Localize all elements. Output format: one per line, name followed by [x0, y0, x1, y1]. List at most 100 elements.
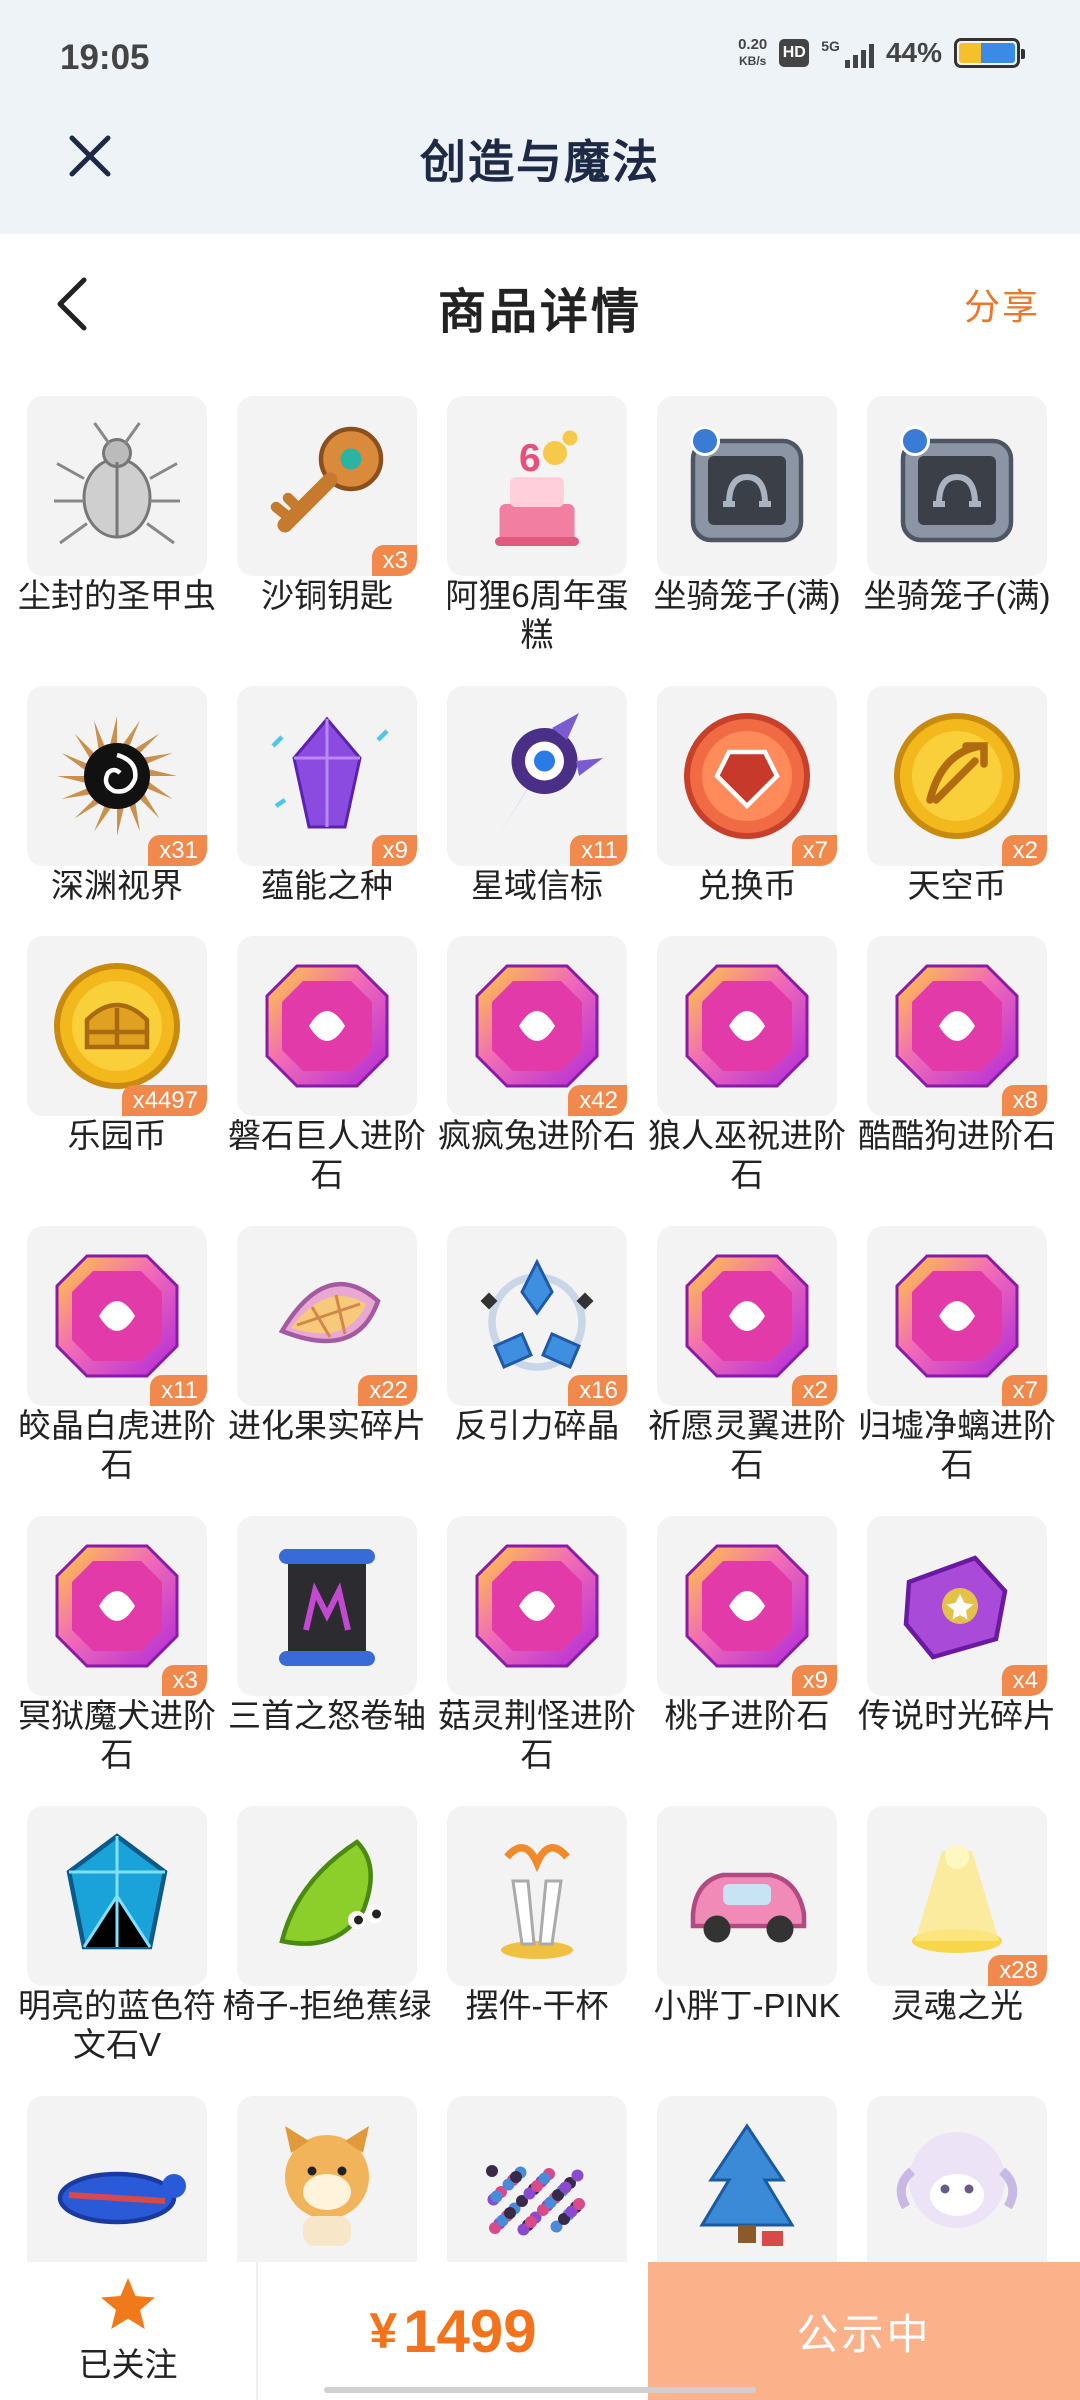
- item-name: 桃子进阶石: [664, 1697, 830, 1734]
- item-name: 坐骑笼子(满): [653, 577, 841, 614]
- item-card[interactable]: 坐骑笼子(满): [852, 374, 1062, 664]
- abyss-icon: [57, 716, 177, 836]
- network-speed: 0.20 KB/s: [738, 36, 767, 70]
- item-card[interactable]: x3 冥狱魔犬进阶石: [12, 1494, 222, 1784]
- follow-label: 已关注: [78, 2346, 178, 2383]
- gem-icon: [685, 964, 809, 1088]
- item-card[interactable]: 尘封的圣甲虫: [12, 374, 222, 664]
- item-thumbnail: x42: [447, 936, 627, 1116]
- item-quantity-badge: x4: [1001, 1665, 1047, 1696]
- item-card[interactable]: [12, 2074, 222, 2264]
- item-thumbnail: [237, 936, 417, 1116]
- item-card[interactable]: x4 传说时光碎片: [852, 1494, 1062, 1784]
- item-name: 明亮的蓝色符文石V: [18, 1987, 216, 2063]
- item-card[interactable]: x7 归墟净螭进阶石: [852, 1204, 1062, 1494]
- item-thumbnail: x22: [237, 1226, 417, 1406]
- item-card[interactable]: x16 反引力碎晶: [432, 1204, 642, 1494]
- item-thumbnail: x11: [447, 686, 627, 866]
- cheers-icon: [501, 1844, 573, 1959]
- item-thumbnail: [27, 1806, 207, 1986]
- item-card[interactable]: x28 灵魂之光: [852, 1784, 1062, 2074]
- gem-icon: [55, 1544, 179, 1668]
- item-thumbnail: 6: [447, 396, 627, 576]
- item-card[interactable]: x4497 乐园币: [12, 914, 222, 1204]
- item-card[interactable]: x11 星域信标: [432, 664, 642, 954]
- item-card[interactable]: x9 桃子进阶石: [642, 1494, 852, 1784]
- item-card[interactable]: x9 蕴能之种: [222, 664, 432, 954]
- item-card[interactable]: [852, 2074, 1062, 2264]
- item-card[interactable]: 磐石巨人进阶石: [222, 914, 432, 1204]
- item-quantity-badge: x2: [1001, 835, 1047, 866]
- item-thumbnail: x2: [657, 1226, 837, 1406]
- item-card[interactable]: 菇灵荆怪进阶石: [432, 1494, 642, 1784]
- item-quantity-badge: x28: [988, 1955, 1047, 1986]
- item-card[interactable]: x2 天空币: [852, 664, 1062, 954]
- item-quantity-badge: x16: [568, 1375, 627, 1406]
- home-indicator[interactable]: [324, 2387, 756, 2393]
- item-card[interactable]: 狼人巫祝进阶石: [642, 914, 852, 1204]
- price: ¥ 1499: [258, 2262, 648, 2400]
- item-card[interactable]: x11 皎晶白虎进阶石: [12, 1204, 222, 1494]
- item-thumbnail: [657, 396, 837, 576]
- item-thumbnail: [447, 1806, 627, 1986]
- item-card[interactable]: 6 阿狸6周年蛋糕: [432, 374, 642, 664]
- item-card[interactable]: x8 酷酷狗进阶石: [852, 914, 1062, 1204]
- item-thumbnail: [237, 1806, 417, 1986]
- item-quantity-badge: x4497: [121, 1085, 207, 1116]
- beetle-icon: [54, 422, 180, 545]
- item-card[interactable]: 明亮的蓝色符文石V: [12, 1784, 222, 2074]
- hd-icon: HD: [779, 39, 810, 67]
- coin-park-icon: [54, 963, 180, 1089]
- item-card[interactable]: x31 深渊视界: [12, 664, 222, 954]
- page-header: 商品详情 分享: [0, 234, 1080, 374]
- item-name: 归墟净螭进阶石: [858, 1407, 1056, 1483]
- dog-icon: [285, 2126, 369, 2246]
- publicity-status-button[interactable]: 公示中: [648, 2262, 1080, 2400]
- item-name: 摆件-干杯: [465, 1987, 609, 2024]
- gem-icon: [265, 964, 389, 1088]
- item-quantity-badge: x3: [161, 1665, 207, 1696]
- item-card[interactable]: 坐骑笼子(满): [642, 374, 852, 664]
- item-card[interactable]: 小胖丁-PINK: [642, 1784, 852, 2074]
- item-thumbnail: x28: [867, 1806, 1047, 1986]
- item-quantity-badge: x9: [791, 1665, 837, 1696]
- item-name: 小胖丁-PINK: [653, 1987, 841, 2024]
- item-name: 蕴能之种: [261, 867, 393, 904]
- item-card[interactable]: [432, 2074, 642, 2264]
- item-card[interactable]: x2 祈愿灵翼进阶石: [642, 1204, 852, 1494]
- item-card[interactable]: [642, 2074, 852, 2264]
- item-name: 疯疯兔进阶石: [438, 1117, 636, 1154]
- item-quantity-badge: x7: [1001, 1375, 1047, 1406]
- price-value: 1499: [403, 2297, 537, 2365]
- item-card[interactable]: x3 沙铜钥匙: [222, 374, 432, 664]
- item-card[interactable]: 三首之怒卷轴: [222, 1494, 432, 1784]
- item-name: 兑换币: [697, 867, 797, 904]
- item-card[interactable]: 摆件-干杯: [432, 1784, 642, 2074]
- item-thumbnail: x3: [27, 1516, 207, 1696]
- gem-icon: [55, 1254, 179, 1378]
- item-name: 天空币: [907, 867, 1007, 904]
- item-name: 冥狱魔犬进阶石: [18, 1697, 216, 1773]
- item-thumbnail: x9: [237, 686, 417, 866]
- item-quantity-badge: x42: [568, 1085, 627, 1116]
- banana-icon: [279, 1839, 384, 1946]
- item-name: 坐骑笼子(满): [863, 577, 1051, 614]
- item-thumbnail: x16: [447, 1226, 627, 1406]
- item-thumbnail: [27, 396, 207, 576]
- item-card[interactable]: x7 兑换币: [642, 664, 852, 954]
- share-button[interactable]: 分享: [964, 278, 1040, 330]
- item-name: 祈愿灵翼进阶石: [648, 1407, 846, 1483]
- top-bar: 19:05 0.20 KB/s HD 5G 44% 创造与魔法: [0, 0, 1080, 234]
- follow-button[interactable]: 已关注: [0, 2262, 258, 2400]
- item-thumbnail: x4: [867, 1516, 1047, 1696]
- item-card[interactable]: [222, 2074, 432, 2264]
- item-name: 酷酷狗进阶石: [858, 1117, 1056, 1154]
- item-card[interactable]: x22 进化果实碎片: [222, 1204, 432, 1494]
- cage-icon: [900, 426, 1014, 543]
- item-thumbnail: [657, 2096, 837, 2264]
- item-thumbnail: x11: [27, 1226, 207, 1406]
- battery-percent: 44%: [885, 37, 942, 68]
- item-card[interactable]: 椅子-拒绝蕉绿: [222, 1784, 432, 2074]
- battery-icon: [954, 38, 1025, 68]
- item-card[interactable]: x42 疯疯兔进阶石: [432, 914, 642, 1204]
